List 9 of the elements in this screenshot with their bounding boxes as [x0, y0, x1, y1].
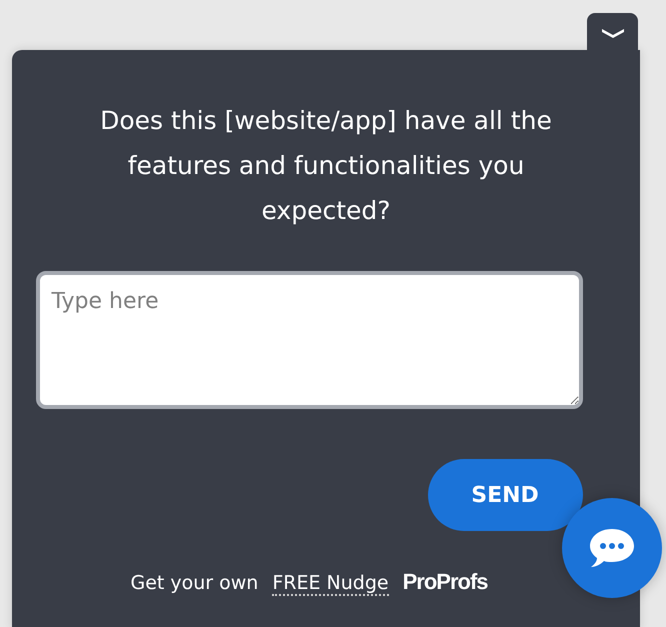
free-nudge-link[interactable]: FREE Nudge: [272, 572, 389, 596]
collapse-button[interactable]: [587, 13, 638, 53]
chevron-down-icon: [600, 27, 624, 39]
answer-field[interactable]: Type here: [36, 271, 582, 409]
send-button[interactable]: SEND: [428, 459, 582, 531]
chat-bubble-icon: [588, 526, 636, 570]
footer-text: Get your own: [130, 572, 258, 594]
brand-logo: ProProfs: [402, 569, 488, 595]
question-text: Does this [website/app] have all the features and functionalities you expected?: [99, 105, 553, 227]
